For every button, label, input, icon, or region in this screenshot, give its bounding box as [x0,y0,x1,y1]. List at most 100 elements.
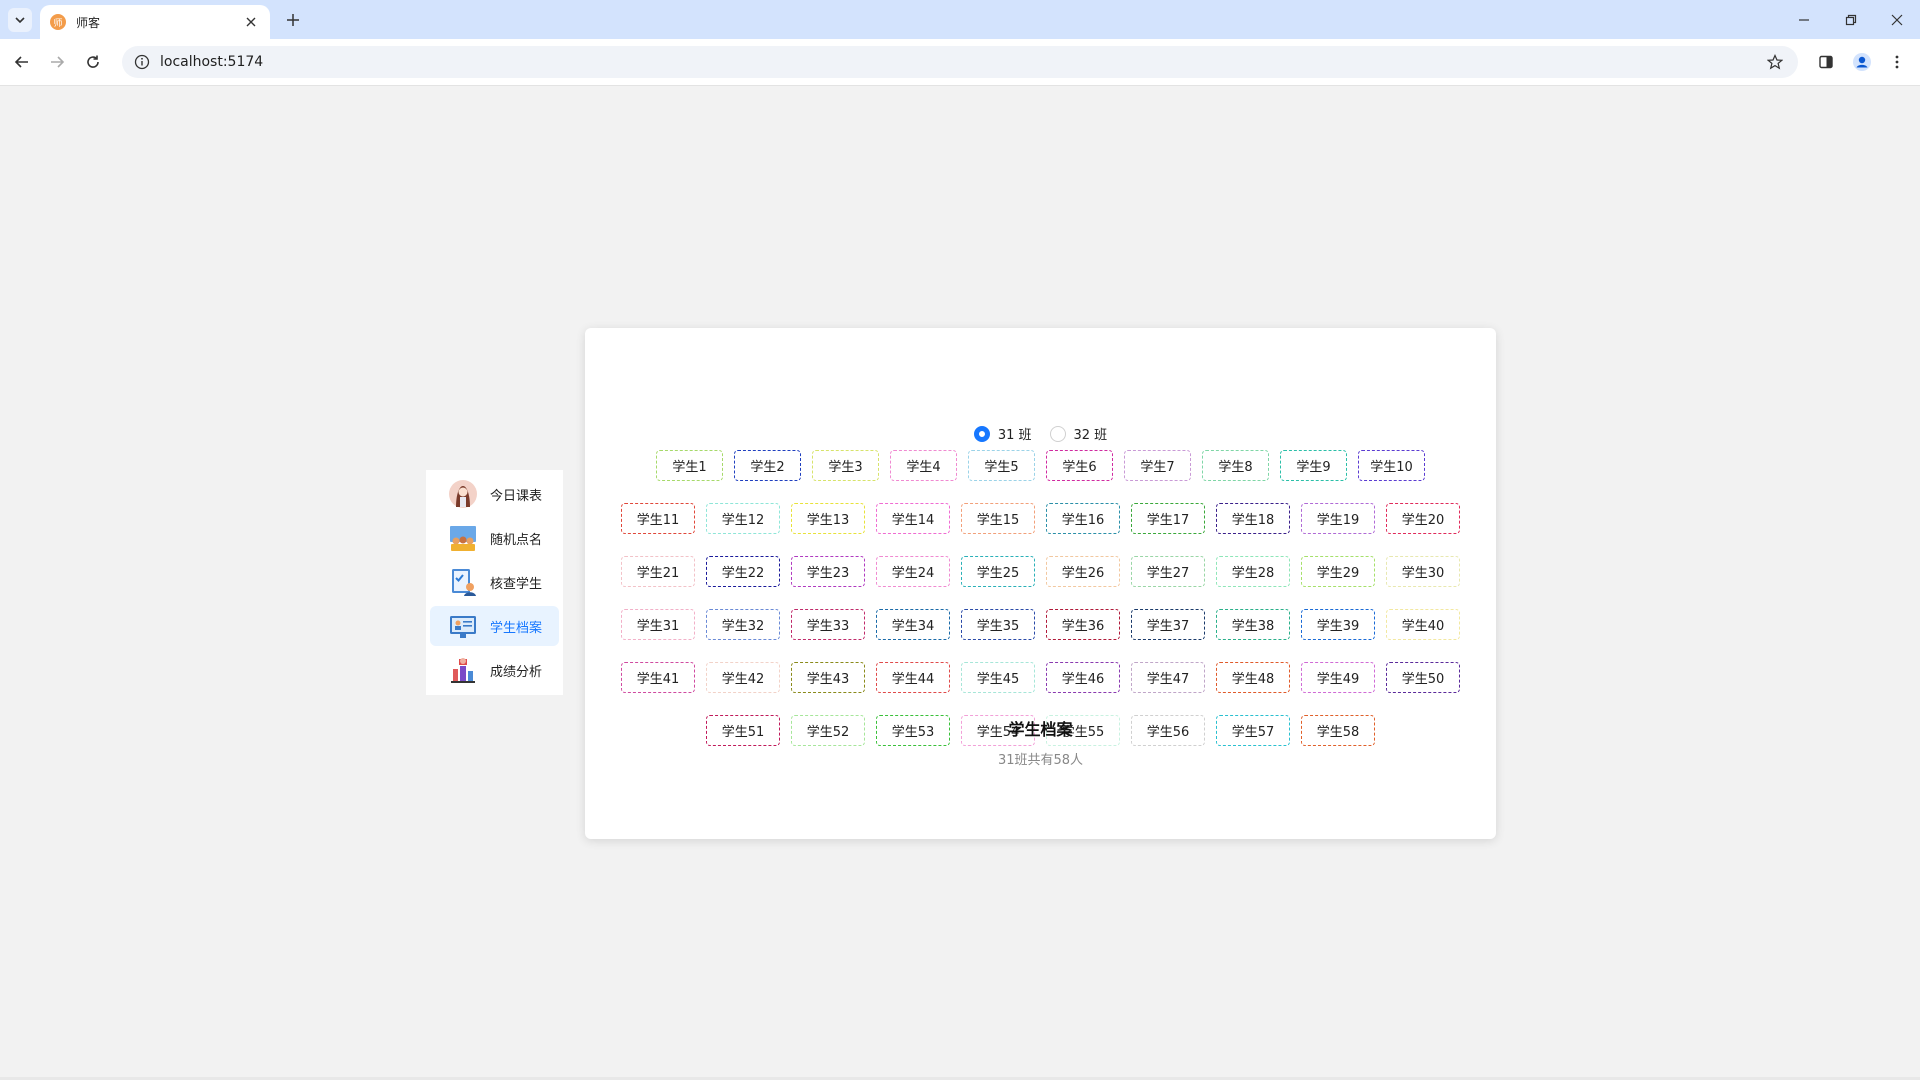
address-bar[interactable]: localhost:5174 [122,46,1798,78]
arrow-left-icon [14,56,28,68]
side-menu: 今日课表 随机点名 核查学生 学生档案 成绩分析 [426,470,563,695]
window-close-button[interactable] [1877,6,1917,34]
student-chip[interactable]: 学生28 [1216,556,1290,587]
chevron-down-icon [15,17,25,24]
student-chip[interactable]: 学生47 [1131,662,1205,693]
student-chip[interactable]: 学生29 [1301,556,1375,587]
menu-label: 学生档案 [490,620,543,636]
student-chip[interactable]: 学生40 [1386,609,1460,640]
bookmark-button[interactable] [1760,47,1790,77]
reload-icon [87,55,99,68]
student-chip[interactable]: 学生27 [1131,556,1205,587]
profile-icon [1853,53,1871,71]
student-chip[interactable]: 学生24 [876,556,950,587]
student-chip[interactable]: 学生41 [621,662,695,693]
forward-button[interactable] [44,49,70,75]
student-chip[interactable]: 学生45 [961,662,1035,693]
more-vertical-icon [1895,55,1899,69]
menu-item-verify-students[interactable]: 核查学生 [430,562,559,602]
student-chip[interactable]: 学生32 [706,609,780,640]
student-chip[interactable]: 学生50 [1386,662,1460,693]
student-chip[interactable]: 学生10 [1358,450,1425,481]
browser-tab-bar: 师 师客 [0,0,1920,39]
student-chip[interactable]: 学生33 [791,609,865,640]
radio-label: 31 班 [997,428,1032,443]
student-chip[interactable]: 学生19 [1301,503,1375,534]
student-chip[interactable]: 学生36 [1046,609,1120,640]
student-chip[interactable]: 学生5 [968,450,1035,481]
profile-card-icon [448,611,478,641]
student-chip[interactable]: 学生37 [1131,609,1205,640]
back-button[interactable] [9,49,35,75]
student-chip[interactable]: 学生1 [656,450,723,481]
student-chip[interactable]: 学生2 [734,450,801,481]
student-chip[interactable]: 学生9 [1280,450,1347,481]
star-icon [1767,54,1783,70]
student-chip[interactable]: 学生25 [961,556,1035,587]
menu-label: 随机点名 [490,532,543,548]
new-tab-button[interactable] [281,8,305,32]
student-chip[interactable]: 学生23 [791,556,865,587]
radio-class-31[interactable]: 31 班 [973,424,1032,443]
classroom-icon [448,523,478,553]
student-chip[interactable]: 学生42 [706,662,780,693]
student-chip[interactable]: 学生43 [791,662,865,693]
student-chip[interactable]: 学生15 [961,503,1035,534]
student-chip[interactable]: 学生39 [1301,609,1375,640]
student-chip[interactable]: 学生12 [706,503,780,534]
radio-unchecked-icon [1049,425,1066,442]
side-panel-icon [1819,55,1833,69]
tab-title: 师客 [76,15,101,30]
student-chip[interactable]: 学生26 [1046,556,1120,587]
student-chip[interactable]: 学生6 [1046,450,1113,481]
close-icon [1891,14,1903,26]
student-chip[interactable]: 学生4 [890,450,957,481]
browser-tab[interactable]: 师 师客 [40,5,270,39]
student-chip[interactable]: 学生38 [1216,609,1290,640]
student-chip[interactable]: 学生44 [876,662,950,693]
restore-button[interactable] [1831,6,1871,34]
plus-icon [287,14,299,26]
student-chip[interactable]: 学生49 [1301,662,1375,693]
card-title: 学生档案 [1008,720,1073,739]
tab-search-button[interactable] [8,8,32,32]
student-chip[interactable]: 学生48 [1216,662,1290,693]
reload-button[interactable] [80,49,106,75]
student-chip[interactable]: 学生22 [706,556,780,587]
student-chip[interactable]: 学生11 [621,503,695,534]
minimize-button[interactable] [1784,6,1824,34]
checklist-icon [448,567,478,597]
student-chip[interactable]: 学生21 [621,556,695,587]
card-description: 31班共有58人 [997,753,1084,768]
menu-item-grade-analysis[interactable]: 成绩分析 [430,650,559,690]
profile-button[interactable] [1849,49,1875,75]
student-chip[interactable]: 学生7 [1124,450,1191,481]
class-radio-group: 31 班 32 班 [585,424,1496,443]
tab-close-button[interactable] [242,13,260,31]
side-panel-button[interactable] [1813,49,1839,75]
close-icon [246,17,256,27]
student-chip[interactable]: 学生16 [1046,503,1120,534]
student-chip[interactable]: 学生46 [1046,662,1120,693]
menu-label: 成绩分析 [490,664,543,680]
student-chip[interactable]: 学生8 [1202,450,1269,481]
browser-toolbar: localhost:5174 [0,39,1920,86]
student-chip[interactable]: 学生20 [1386,503,1460,534]
student-chip[interactable]: 学生17 [1131,503,1205,534]
student-chip[interactable]: 学生13 [791,503,865,534]
menu-item-schedule[interactable]: 今日课表 [430,474,559,514]
menu-item-roll-call[interactable]: 随机点名 [430,518,559,558]
student-chip[interactable]: 学生18 [1216,503,1290,534]
menu-button[interactable] [1884,49,1910,75]
teacher-avatar-icon [448,479,478,509]
student-chip[interactable]: 学生30 [1386,556,1460,587]
student-chip[interactable]: 学生3 [812,450,879,481]
url-text: localhost:5174 [160,54,264,70]
student-profile-card: 31 班 32 班 学生1 学生2 学生3 学生4 学生5 学生6 学生7 学生8 学生9 学生1… [585,328,1496,839]
student-chip[interactable]: 学生31 [621,609,695,640]
student-chip[interactable]: 学生34 [876,609,950,640]
student-chip[interactable]: 学生14 [876,503,950,534]
menu-item-student-profile[interactable]: 学生档案 [430,606,559,646]
radio-class-32[interactable]: 32 班 [1049,424,1107,443]
student-chip[interactable]: 学生35 [961,609,1035,640]
